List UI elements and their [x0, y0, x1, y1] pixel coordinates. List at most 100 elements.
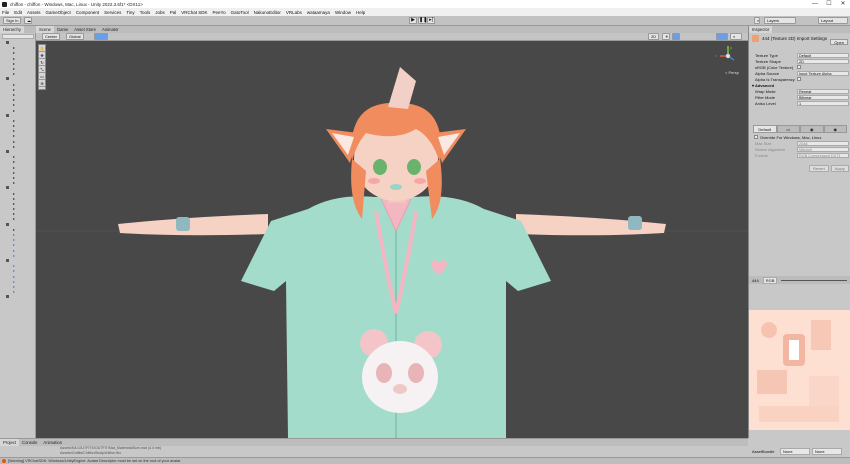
inspector-prop-row: Aniso Level 1 — [749, 100, 850, 106]
play-button[interactable]: ▶ — [409, 17, 417, 24]
prop-label: Texture Type — [755, 52, 778, 58]
expand-arrow-icon[interactable]: ▸ — [13, 216, 15, 221]
prop-value-field[interactable]: Repeat — [797, 88, 849, 94]
prop-value-field[interactable]: Mitchell — [797, 146, 849, 152]
menu-component[interactable]: Component — [76, 10, 99, 15]
prop-value-field[interactable]: RGB Compressed DXT1 — [797, 152, 849, 158]
prop-value-field[interactable]: Input Texture Alpha — [797, 70, 849, 76]
menu-pal[interactable]: Pal — [170, 10, 177, 15]
tab-platform-standalone[interactable]: ▭ — [776, 125, 800, 133]
expand-arrow-icon[interactable]: ▸ — [13, 144, 15, 149]
move-tool-icon[interactable]: ✥ — [39, 53, 45, 59]
grid-toggle[interactable] — [94, 33, 108, 40]
menu-gatotool[interactable]: GatoTool — [231, 10, 249, 15]
status-message[interactable]: [Warning] VRChatSDK: Windows/UnityEngine… — [8, 459, 181, 463]
tab-platform-android[interactable]: ◉ — [800, 125, 824, 133]
close-button[interactable]: ✕ — [836, 0, 850, 8]
expand-arrow-icon[interactable]: ▸ — [13, 180, 15, 185]
gizmos-dropdown[interactable] — [716, 33, 728, 40]
hierarchy-row[interactable] — [0, 294, 36, 299]
sign-in-button[interactable]: Sign In — [3, 17, 22, 24]
revert-button[interactable]: Revert — [809, 165, 829, 172]
eye-right — [407, 159, 421, 175]
menu-tiny[interactable]: Tiny — [126, 10, 134, 15]
menu-vrchat-sdk[interactable]: VRChat SDK — [181, 10, 207, 15]
expand-arrow-icon[interactable]: ▸ — [13, 108, 15, 113]
menu-wataamaya[interactable]: wataamaya — [307, 10, 330, 15]
step-button[interactable]: ▸| — [427, 17, 435, 24]
gameobject-icon — [6, 186, 9, 190]
transform-tool-icon[interactable]: ⊕ — [39, 81, 45, 87]
menu-peeyo[interactable]: PeeYo — [213, 10, 226, 15]
space-dropdown[interactable]: Global — [66, 33, 84, 40]
expand-arrow-icon[interactable]: ▸ — [13, 253, 15, 258]
bag-eye-right — [408, 363, 424, 383]
tab-game[interactable]: Game — [54, 26, 71, 33]
prop-value-field[interactable]: Default — [797, 52, 849, 58]
menu-edit[interactable]: Edit — [14, 10, 22, 15]
expand-arrow-icon[interactable]: ▸ — [13, 289, 15, 294]
audio-icon[interactable] — [672, 33, 680, 40]
hand-tool-icon[interactable]: ✋ — [39, 46, 45, 52]
lighting-icon[interactable]: ☀ — [662, 33, 670, 40]
import-settings: Texture Type Default Texture Shape 2D sRGB (… — [749, 52, 850, 106]
menu-tools[interactable]: Tools — [140, 10, 151, 15]
tab-animation[interactable]: Animation — [40, 439, 65, 446]
layers-dropdown[interactable]: Layers — [764, 17, 796, 24]
menu-nakunoeditor[interactable]: NakunoEditor — [254, 10, 281, 15]
tab-project[interactable]: Project — [0, 439, 20, 446]
preview-channel-dropdown[interactable]: RGB — [762, 276, 778, 284]
maximize-button[interactable]: ☐ — [822, 0, 836, 8]
tab-platform-ios[interactable]: ◉ — [823, 125, 847, 133]
cloud-icon[interactable]: ☁ — [24, 17, 32, 24]
hierarchy-tree: ▸ ▸ ▸ ▸ ▸ ▸ ▸ ▸ ▸ ▸ ▸ ▸ ▸ ▸ ▸ ▸ ▸ ▸ ▸ ▸ ▸ ▸ ▸ ▸ ▸ ▸ ▸ ▸ ▸ ▸ ▸ ▸ ▸ ▸ ▸ ▸ ▸ ▸ ▸ ▸… — [0, 40, 36, 299]
prop-checkbox[interactable] — [797, 77, 801, 81]
prop-checkbox[interactable] — [797, 65, 801, 69]
scene-viewport[interactable] — [36, 41, 748, 438]
tab-hierarchy[interactable]: Hierarchy — [0, 26, 24, 33]
expand-arrow-icon[interactable]: ▸ — [13, 71, 15, 76]
tab-scene[interactable]: Scene — [36, 26, 54, 33]
tab-console[interactable]: Console — [19, 439, 40, 446]
view-2d-toggle[interactable]: 2D — [648, 33, 660, 40]
rotate-tool-icon[interactable]: ↻ — [39, 60, 45, 66]
tab-inspector[interactable]: Inspector — [749, 26, 773, 33]
menu-services[interactable]: Services — [104, 10, 121, 15]
search-icon[interactable]: ⌕ — [754, 17, 760, 24]
override-checkbox[interactable] — [754, 135, 758, 139]
menu-jobs[interactable]: Jobs — [155, 10, 165, 15]
minimize-button[interactable]: — — [808, 0, 822, 8]
persp-label: < Persp — [725, 70, 740, 75]
rect-tool-icon[interactable]: ▭ — [39, 74, 45, 80]
menu-help[interactable]: Help — [356, 10, 365, 15]
menu-file[interactable]: File — [2, 10, 9, 15]
assetbundle-name-dropdown[interactable]: None — [780, 447, 810, 455]
prop-value-field[interactable]: 1 — [797, 100, 849, 106]
orientation-gizmo[interactable]: y x < Persp — [712, 44, 742, 76]
apply-button[interactable]: Apply — [830, 165, 849, 172]
prop-value-field[interactable]: 2048 — [797, 140, 849, 146]
scale-tool-icon[interactable]: ⤡ — [39, 67, 45, 73]
left-arm — [118, 214, 268, 236]
console-line[interactable]: Assets/Outfits/Chiffon/Body/chiffon.fbx — [60, 451, 748, 456]
menu-vrlabs[interactable]: VRLabs — [286, 10, 302, 15]
open-button[interactable]: Open — [830, 39, 848, 45]
pivot-dropdown[interactable]: Center — [42, 33, 61, 40]
menu-assets[interactable]: Assets — [27, 10, 41, 15]
menu-gameobject[interactable]: GameObject — [46, 10, 71, 15]
scene-search-icon[interactable]: ⌕ — [730, 33, 742, 40]
inspector-title: 444 (Texture 2D) Import Settings — [762, 35, 828, 41]
pause-button[interactable]: ❚❚ — [418, 17, 427, 24]
hierarchy-search-input[interactable] — [2, 34, 34, 39]
tab-animator[interactable]: Animator — [99, 26, 122, 33]
menu-window[interactable]: Window — [335, 10, 351, 15]
prop-label: Max Size — [755, 140, 772, 146]
prop-value-field[interactable]: 2D — [797, 58, 849, 64]
tab-asset-store[interactable]: Asset Store — [71, 26, 99, 33]
tab-platform-default[interactable]: Default — [753, 125, 777, 133]
mip-slider[interactable] — [781, 279, 847, 281]
layout-dropdown[interactable]: Layout — [818, 17, 848, 24]
prop-value-field[interactable]: Bilinear — [797, 94, 849, 100]
assetbundle-variant-dropdown[interactable]: None — [812, 447, 842, 455]
blush-right — [414, 178, 426, 184]
